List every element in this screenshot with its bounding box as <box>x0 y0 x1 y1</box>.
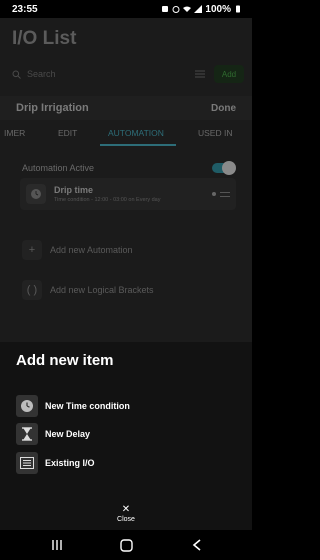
background-screen: I/O List Search Add Drip Irrigation Done… <box>0 18 252 342</box>
search-input[interactable]: Search <box>12 64 188 84</box>
home-icon <box>119 538 133 552</box>
search-row: Search Add <box>12 64 244 84</box>
automation-card-text: Drip time Time condition - 12:00 - 03:00… <box>54 185 161 203</box>
status-dot-icon <box>212 192 216 196</box>
list-icon <box>16 452 38 474</box>
filter-icon[interactable] <box>194 68 206 80</box>
page-title: I/O List <box>12 28 77 49</box>
signal-icon <box>194 5 203 13</box>
alarm-icon <box>172 6 180 13</box>
brackets-icon: ( ) <box>22 280 42 300</box>
existing-io-item[interactable]: Existing I/O <box>16 451 236 475</box>
status-bar: 23:55 100% <box>0 0 252 18</box>
hourglass-icon <box>16 423 38 445</box>
clock-icon <box>26 184 46 204</box>
new-time-condition-item[interactable]: New Time condition <box>16 394 236 418</box>
recent-apps-button[interactable] <box>50 538 64 552</box>
back-button[interactable] <box>190 538 204 552</box>
automation-card-controls <box>212 191 230 197</box>
add-brackets-label: Add new Logical Brackets <box>50 285 154 295</box>
automation-card[interactable]: Drip time Time condition - 12:00 - 03:00… <box>20 178 236 210</box>
plus-icon: + <box>22 240 42 260</box>
bottom-sheet: Add new item New Time condition New Dela… <box>0 342 252 530</box>
new-delay-item[interactable]: New Delay <box>16 422 236 446</box>
sheet-title: Add new item <box>16 352 114 369</box>
active-tab-indicator <box>100 144 176 146</box>
tab-automation[interactable]: AUTOMATION <box>108 128 164 138</box>
toggle-knob <box>222 161 236 175</box>
status-time: 23:55 <box>12 3 38 15</box>
close-label: Close <box>117 516 135 523</box>
status-icons: 100% <box>161 4 242 15</box>
notification-icon <box>162 6 169 12</box>
tab-used-in[interactable]: USED IN <box>198 128 232 138</box>
automation-active-toggle[interactable] <box>212 161 236 175</box>
add-automation-label: Add new Automation <box>50 245 133 255</box>
system-nav-bar <box>0 530 252 560</box>
new-delay-label: New Delay <box>45 429 91 439</box>
automation-card-title: Drip time <box>54 185 94 195</box>
back-chevron-icon <box>192 539 201 551</box>
add-automation-row[interactable]: + Add new Automation <box>22 240 236 260</box>
add-brackets-row[interactable]: ( ) Add new Logical Brackets <box>22 280 236 300</box>
close-button[interactable]: ✕ Close <box>106 502 146 526</box>
done-button[interactable]: Done <box>211 103 236 114</box>
drag-handle-icon[interactable] <box>220 191 230 197</box>
battery-icon <box>236 5 240 13</box>
automation-active-label: Automation Active <box>22 163 95 173</box>
tab-timer[interactable]: IMER <box>4 128 25 138</box>
automation-card-subtitle: Time condition - 12:00 - 03:00 on Every … <box>54 197 161 203</box>
recents-icon <box>52 540 62 550</box>
close-icon: ✕ <box>121 504 131 515</box>
home-button[interactable] <box>119 538 133 552</box>
tab-bar: IMER EDIT AUTOMATION USED IN <box>0 124 252 146</box>
search-icon <box>12 70 21 79</box>
wifi-icon <box>183 6 192 12</box>
add-button[interactable]: Add <box>214 65 244 83</box>
automation-active-row: Automation Active <box>22 161 236 175</box>
sub-header: Drip Irrigation Done <box>0 96 252 120</box>
search-placeholder: Search <box>27 69 56 79</box>
new-time-condition-label: New Time condition <box>45 401 130 411</box>
sub-header-title: Drip Irrigation <box>16 102 89 114</box>
clock-icon <box>16 395 38 417</box>
tab-edit[interactable]: EDIT <box>58 128 77 138</box>
battery-percent: 100% <box>205 3 231 15</box>
existing-io-label: Existing I/O <box>45 458 95 468</box>
